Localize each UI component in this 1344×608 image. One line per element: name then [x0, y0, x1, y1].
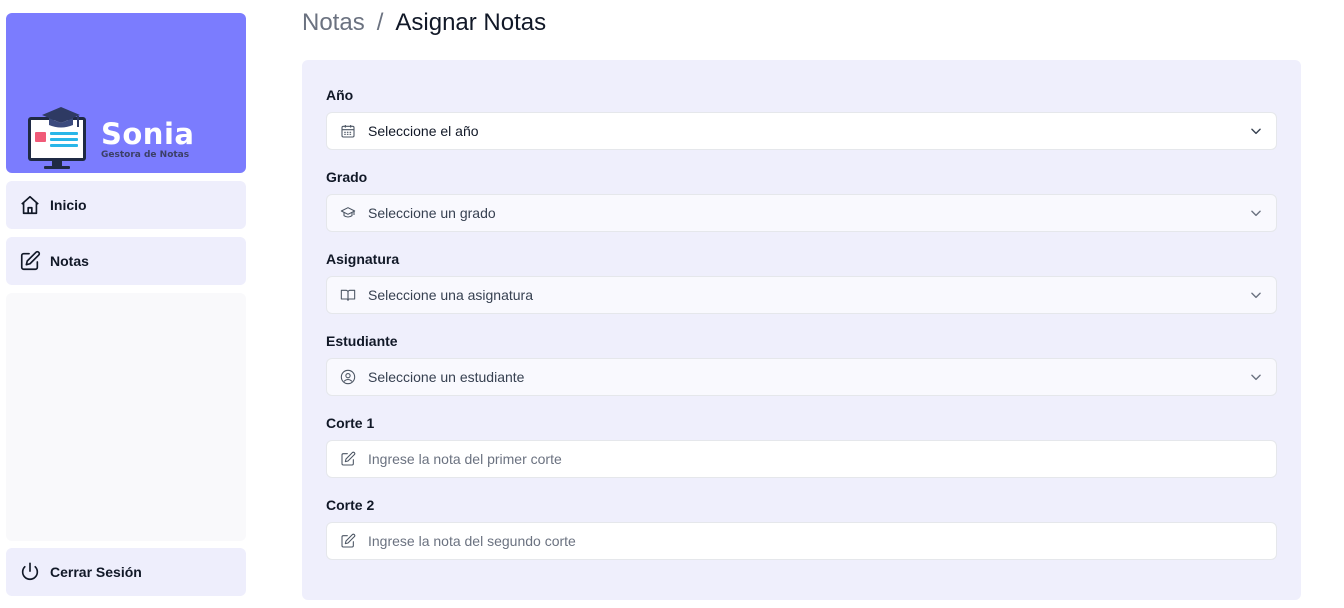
- monitor-graduation-icon: [28, 107, 86, 169]
- power-icon: [19, 561, 41, 583]
- graduation-cap-icon: [340, 205, 356, 221]
- pencil-icon: [340, 533, 356, 549]
- cut2-input[interactable]: Ingrese la nota del segundo corte: [326, 522, 1277, 560]
- breadcrumb-parent[interactable]: Notas: [302, 8, 365, 38]
- logout-button[interactable]: Cerrar Sesión: [6, 548, 246, 596]
- year-select-value: Seleccione el año: [368, 123, 479, 139]
- grade-select-value: Seleccione un grado: [368, 205, 496, 221]
- year-select[interactable]: Seleccione el año: [326, 112, 1277, 150]
- chevron-down-icon: [1249, 124, 1263, 138]
- year-label: Año: [326, 87, 354, 103]
- sidebar-item-label: Inicio: [50, 197, 87, 213]
- user-circle-icon: [340, 369, 356, 385]
- brand-name: Sonia: [101, 117, 195, 151]
- book-icon: [340, 287, 356, 303]
- subject-select[interactable]: Seleccione una asignatura: [326, 276, 1277, 314]
- chevron-down-icon: [1249, 206, 1263, 220]
- calendar-icon: [340, 123, 356, 139]
- sidebar-empty-area: [6, 293, 246, 541]
- sidebar-item-notas[interactable]: Notas: [6, 237, 246, 285]
- logout-label: Cerrar Sesión: [50, 564, 142, 580]
- student-select-value: Seleccione un estudiante: [368, 369, 525, 385]
- chevron-down-icon: [1249, 288, 1263, 302]
- breadcrumb: Notas / Asignar Notas: [302, 8, 546, 38]
- pencil-icon: [340, 451, 356, 467]
- sidebar-item-label: Notas: [50, 253, 89, 269]
- breadcrumb-separator: /: [376, 9, 384, 36]
- sidebar-item-inicio[interactable]: Inicio: [6, 181, 246, 229]
- home-icon: [19, 194, 41, 216]
- student-label: Estudiante: [326, 333, 398, 349]
- grade-label: Grado: [326, 169, 368, 185]
- brand-tagline: Gestora de Notas: [101, 150, 190, 160]
- page-title: Asignar Notas: [395, 9, 547, 36]
- cut2-placeholder: Ingrese la nota del segundo corte: [368, 533, 576, 549]
- edit-icon: [19, 250, 41, 272]
- subject-label: Asignatura: [326, 251, 400, 267]
- grade-select[interactable]: Seleccione un grado: [326, 194, 1277, 232]
- cut1-placeholder: Ingrese la nota del primer corte: [368, 451, 562, 467]
- brand-logo-card: Sonia Gestora de Notas: [6, 13, 246, 173]
- chevron-down-icon: [1249, 370, 1263, 384]
- cut2-label: Corte 2: [326, 497, 375, 513]
- subject-select-value: Seleccione una asignatura: [368, 287, 534, 303]
- cut1-label: Corte 1: [326, 415, 375, 431]
- cut1-input[interactable]: Ingrese la nota del primer corte: [326, 440, 1277, 478]
- student-select[interactable]: Seleccione un estudiante: [326, 358, 1277, 396]
